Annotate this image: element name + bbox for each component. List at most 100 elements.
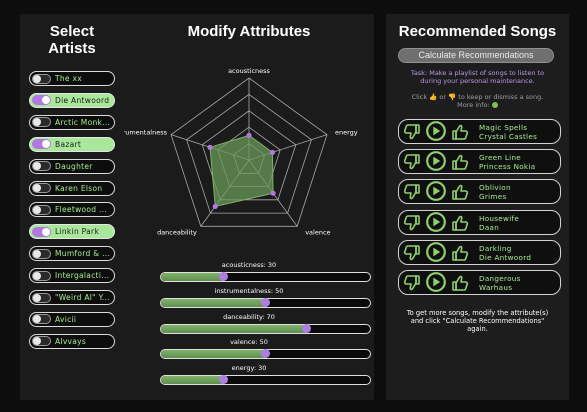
- thumbs-down-icon[interactable]: [403, 274, 421, 297]
- artist-toggle[interactable]: Intergalacti...: [29, 268, 115, 284]
- toggle-switch-icon[interactable]: [32, 161, 51, 172]
- play-icon[interactable]: [425, 211, 447, 237]
- info-icon[interactable]: [491, 102, 498, 108]
- artist-panel: Select Artists The xx Die Antwoord Arctic …: [20, 14, 124, 400]
- toggle-switch-icon[interactable]: [32, 95, 51, 106]
- slider-thumb[interactable]: [260, 297, 270, 307]
- play-icon[interactable]: [425, 272, 447, 297]
- toggle-switch-icon[interactable]: [32, 248, 51, 259]
- artist-toggle[interactable]: Fleetwood ...: [29, 202, 115, 218]
- artist-toggle[interactable]: Mumford & ...: [29, 246, 115, 262]
- toggle-switch-icon[interactable]: [32, 183, 51, 193]
- attribute-slider[interactable]: [160, 375, 371, 386]
- toggle-switch-icon[interactable]: [32, 73, 51, 84]
- slider-label: valence: 50: [230, 338, 268, 347]
- task-line2: during your personal maintenance.: [420, 77, 535, 85]
- artist-label: Daughter: [55, 161, 93, 171]
- artist-toggle[interactable]: Daughter: [29, 158, 115, 174]
- radar-point[interactable]: [212, 203, 218, 210]
- slider-fill: [161, 273, 224, 281]
- slider-thumb[interactable]: [302, 323, 312, 333]
- song-artist: Princess Nokia: [479, 162, 536, 172]
- radar-axis-label: valence: [305, 228, 330, 236]
- song-title: Magic Spells: [479, 123, 528, 132]
- task-line1: Task: Make a playlist of songs to listen…: [410, 69, 545, 77]
- artist-toggle[interactable]: "Weird Al" Y...: [29, 290, 115, 305]
- calculate-recommendations-button[interactable]: Calculate Recommendations: [398, 48, 554, 63]
- radar-axis-label: instrumentalness: [124, 129, 168, 137]
- slider-thumb[interactable]: [218, 375, 228, 385]
- thumbs-up-icon[interactable]: [451, 274, 469, 297]
- song-info: Oblivion Grimes: [479, 183, 511, 201]
- play-icon[interactable]: [425, 241, 447, 267]
- slider-thumb[interactable]: [218, 272, 228, 281]
- thumbs-down-icon[interactable]: [403, 183, 421, 206]
- toggle-knob: [33, 118, 41, 127]
- song-card: Darkling Die Antwoord: [398, 239, 561, 267]
- toggle-switch-icon[interactable]: [32, 117, 51, 128]
- radar-axis-label: danceability: [157, 228, 197, 236]
- play-icon[interactable]: [425, 151, 447, 176]
- artist-toggle[interactable]: Arctic Monk...: [29, 114, 115, 130]
- play-icon[interactable]: [425, 121, 447, 146]
- footer-line3: again.: [467, 325, 488, 333]
- artist-toggle[interactable]: Alvvays: [29, 333, 115, 349]
- click-suffix: to keep or dismiss a song.: [458, 93, 544, 101]
- artist-toggle[interactable]: Bazart: [29, 136, 115, 152]
- song-info: Darkling Die Antwoord: [479, 244, 531, 262]
- song-info: Housewife Daan: [479, 214, 519, 232]
- thumbs-up-icon[interactable]: [451, 153, 469, 176]
- thumbs-up-icon[interactable]: [451, 123, 469, 146]
- song-info: Green Line Princess Nokia: [479, 153, 535, 171]
- attribute-slider[interactable]: [160, 297, 371, 308]
- toggle-knob: [33, 74, 41, 83]
- toggle-switch-icon[interactable]: [32, 292, 51, 303]
- song-artist: Die Antwoord: [479, 252, 532, 262]
- slider-fill: [161, 376, 224, 385]
- thumbs-down-icon[interactable]: [403, 153, 421, 176]
- attribute-slider[interactable]: [160, 349, 371, 360]
- radar-point[interactable]: [269, 149, 275, 155]
- thumbs-up-icon[interactable]: [451, 244, 469, 267]
- radar-point[interactable]: [207, 144, 213, 150]
- attributes-panel: Modify Attributes acousticness energy vale…: [124, 14, 374, 400]
- artist-title-line2: Artists: [48, 40, 96, 57]
- toggle-switch-icon[interactable]: [32, 270, 51, 281]
- artist-title-line1: Select: [49, 23, 95, 40]
- artist-toggle[interactable]: The xx: [29, 71, 115, 86]
- attribute-slider[interactable]: [160, 272, 371, 282]
- song-title: Green Line: [479, 153, 522, 163]
- thumbs-down-icon[interactable]: [403, 244, 421, 267]
- radar-point[interactable]: [246, 132, 252, 138]
- more-info-label: More info:: [457, 101, 490, 109]
- thumbs-up-icon[interactable]: [451, 214, 469, 237]
- artist-label: The xx: [55, 74, 83, 83]
- attribute-slider[interactable]: [160, 323, 371, 334]
- song-artist: Grimes: [479, 192, 507, 202]
- artist-toggle[interactable]: Linkin Park: [29, 224, 115, 240]
- artist-toggle[interactable]: Karen Elson: [29, 180, 115, 196]
- toggle-switch-icon[interactable]: [32, 226, 51, 237]
- song-artist: Crystal Castles: [479, 132, 538, 141]
- radar-axis-label: energy: [335, 129, 358, 137]
- toggle-knob: [42, 140, 50, 149]
- artist-toggle[interactable]: Die Antwoord: [29, 92, 115, 108]
- thumbs-up-icon[interactable]: [451, 183, 469, 206]
- toggle-switch-icon[interactable]: [32, 336, 51, 347]
- toggle-switch-icon[interactable]: [32, 204, 51, 215]
- thumbs-up-small-icon: 👍: [429, 93, 438, 101]
- play-icon[interactable]: [425, 181, 447, 206]
- thumbs-down-icon[interactable]: [403, 123, 421, 146]
- radar-point[interactable]: [270, 190, 276, 196]
- artist-toggle[interactable]: Avicii: [29, 311, 115, 327]
- task-text: Task: Make a playlist of songs to listen…: [386, 69, 569, 85]
- toggle-switch-icon[interactable]: [32, 139, 51, 150]
- recommendations-panel: Recommended Songs Calculate Recommendati…: [386, 14, 569, 400]
- thumbs-down-icon[interactable]: [403, 214, 421, 237]
- toggle-knob: [33, 249, 41, 258]
- artist-label: Mumford & ...: [55, 249, 111, 259]
- song-card: Dangerous Warhaus: [398, 270, 561, 295]
- slider-thumb[interactable]: [260, 349, 270, 359]
- toggle-knob: [33, 205, 41, 214]
- toggle-switch-icon[interactable]: [32, 314, 51, 325]
